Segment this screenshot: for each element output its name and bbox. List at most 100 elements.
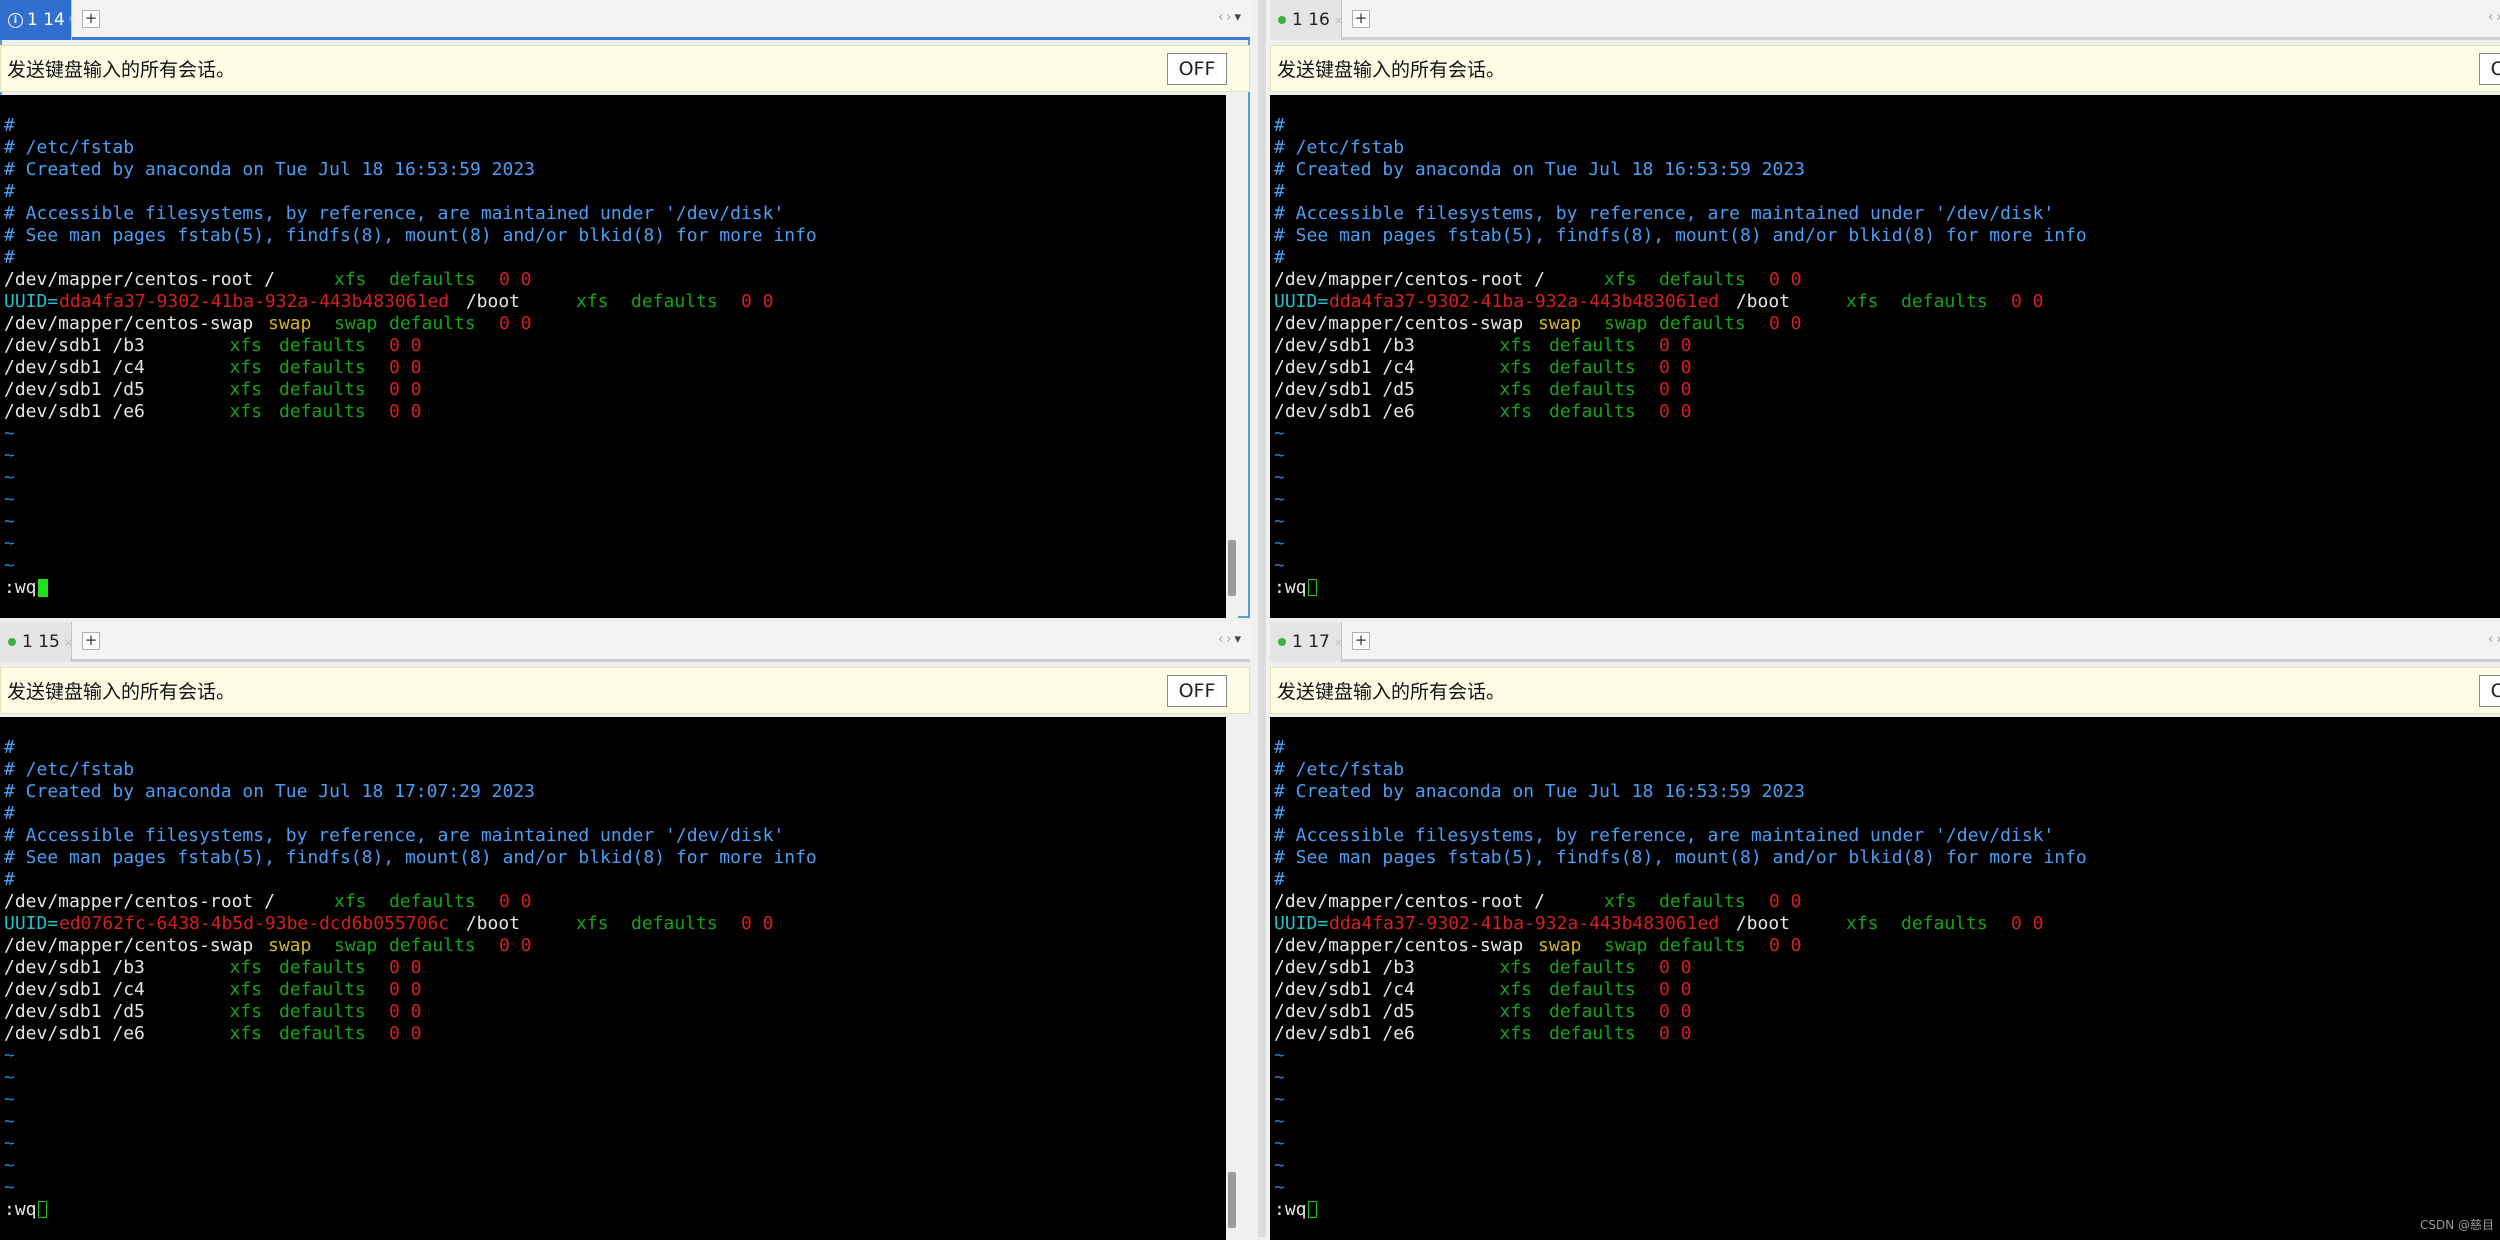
pane-divider[interactable] [1258,0,1266,1237]
comment-text: # See man pages fstab(5), findfs(8), mou… [1274,225,2087,246]
comment-text: # [4,247,15,268]
vim-command: :wq [1274,577,1307,598]
fs-type: xfs [334,269,367,290]
mount-options: defaults [1549,401,1636,422]
tilde: ~ [4,511,15,532]
mount-options: defaults [389,935,476,956]
broadcast-off-button[interactable]: OFF [2479,53,2500,85]
session-tab[interactable]: 1 17 × [1270,622,1343,662]
mount-options: defaults [389,313,476,334]
scrollbar-thumb[interactable] [1228,1172,1236,1228]
fs-type: xfs [229,1001,263,1022]
tab-nav: ‹›▾ [1218,632,1244,647]
add-tab-button[interactable]: + [1352,10,1370,28]
comment-text: # [1274,803,1285,824]
comment-text: # /etc/fstab [4,759,135,780]
device: /dev/mapper/centos-root / [1274,269,1545,290]
terminal[interactable]: # # /etc/fstab # Created by anaconda on Tu… [1270,95,2500,618]
fs-type: xfs [1846,913,1879,934]
session-pane[interactable]: i1 14 * + ‹›▾ 发送键盘输入的所有会话。 OFF # # /etc/fstab # … [0,0,1250,618]
info-icon: i [8,12,23,28]
add-tab-button[interactable]: + [1352,632,1370,650]
session-pane[interactable]: 1 15 × + ‹›▾ 发送键盘输入的所有会话。 OFF # # /etc/fstab # C… [0,622,1250,1240]
tilde: ~ [1274,1177,1285,1198]
tilde: ~ [1274,1089,1285,1110]
tilde: ~ [4,555,15,576]
tilde: ~ [4,1177,15,1198]
broadcast-off-button[interactable]: OFF [2479,675,2500,707]
session-tab[interactable]: 1 15 × [0,622,73,662]
add-tab-button[interactable]: + [82,632,100,650]
session-pane[interactable]: 1 16×+‹›▾发送键盘输入的所有会话。OFF## /etc/fstab# C… [1270,0,2500,618]
tilde: ~ [4,1133,15,1154]
tab-menu-icon[interactable]: ▾ [1234,632,1244,647]
broadcast-off-button[interactable]: OFF [1167,675,1227,707]
swap-keyword: swap [1538,313,1582,334]
comment-text: # [4,737,15,758]
tilde: ~ [1274,533,1285,554]
scrollbar-thumb[interactable] [1228,540,1236,596]
tab-menu-icon[interactable]: ▾ [1234,10,1244,25]
comment-text: # Created by anaconda on Tue Jul 18 16:5… [1274,781,1806,802]
device: /dev/sdb1 /c4 [4,357,145,378]
vim-command: :wq [4,577,37,598]
add-tab-button[interactable]: + [82,10,100,28]
mount-options: defaults [279,1023,366,1044]
mount-options: defaults [1901,913,1988,934]
broadcast-text: 发送键盘输入的所有会话。 [7,681,236,703]
tab-title: 1 14 [27,10,65,30]
tab-next-icon[interactable]: › [2496,632,2500,647]
device: /dev/sdb1 /d5 [4,1001,145,1022]
dump-pass: 0 0 [1769,313,1802,334]
tab-close-icon[interactable]: * [69,14,75,27]
fs-type: xfs [1499,379,1533,400]
comment-text: # /etc/fstab [1274,759,1405,780]
dump-pass: 0 0 [1659,379,1692,400]
tab-close-icon[interactable]: × [64,636,73,649]
dump-pass: 0 0 [1769,269,1802,290]
connected-dot-icon [8,638,16,646]
dump-pass: 0 0 [1769,935,1802,956]
dump-pass: 0 0 [741,291,774,312]
dump-pass: 0 0 [499,891,532,912]
comment-text: # /etc/fstab [4,137,135,158]
session-tab[interactable]: i1 14 * [0,0,75,40]
dump-pass: 0 0 [1769,891,1802,912]
tab-bar: 1 15 × + ‹›▾ [0,622,1250,662]
comment-text: # See man pages fstab(5), findfs(8), mou… [4,225,817,246]
comment-text: # Accessible filesystems, by reference, … [4,825,785,846]
tab-close-icon[interactable]: × [1334,636,1343,649]
comment-text: # [4,115,15,136]
tab-close-icon[interactable]: × [1334,14,1343,27]
mount-options: defaults [1901,291,1988,312]
device: /dev/sdb1 /d5 [4,379,145,400]
mount-options: defaults [279,401,366,422]
terminal[interactable]: # # /etc/fstab # Created by anaconda on Tu… [0,95,1238,618]
terminal[interactable]: # # /etc/fstab # Created by anaconda on Tu… [0,717,1238,1240]
connected-dot-icon [1278,638,1286,646]
dump-pass: 0 0 [1659,957,1692,978]
session-pane[interactable]: 1 17×+‹›▾发送键盘输入的所有会话。OFF## /etc/fstab# C… [1270,622,2500,1240]
mount-options: defaults [1549,957,1636,978]
tab-nav: ‹›▾ [1218,10,1244,25]
broadcast-bar: 发送键盘输入的所有会话。 OFF [0,45,1250,92]
vertical-scrollbar[interactable] [1226,717,1238,1240]
fs-type: xfs [1604,269,1637,290]
comment-text: # Accessible filesystems, by reference, … [1274,825,2055,846]
vertical-scrollbar[interactable] [1226,95,1238,618]
fs-type: xfs [1499,957,1533,978]
broadcast-off-button[interactable]: OFF [1167,53,1227,85]
dump-pass: 0 0 [389,379,422,400]
tab-title: 1 17 [1292,632,1330,652]
comment-text: # Accessible filesystems, by reference, … [4,203,785,224]
terminal[interactable]: # # /etc/fstab # Created by anaconda on Tu… [1270,717,2500,1240]
fs-type: xfs [229,957,263,978]
session-tab[interactable]: 1 16 × [1270,0,1343,40]
fs-type: xfs [576,913,609,934]
fs-type: xfs [229,1023,263,1044]
tab-next-icon[interactable]: › [2496,10,2500,25]
dump-pass: 0 0 [389,979,422,1000]
dump-pass: 0 0 [2011,291,2044,312]
tilde: ~ [1274,445,1285,466]
device: /dev/sdb1 /e6 [1274,1023,1415,1044]
